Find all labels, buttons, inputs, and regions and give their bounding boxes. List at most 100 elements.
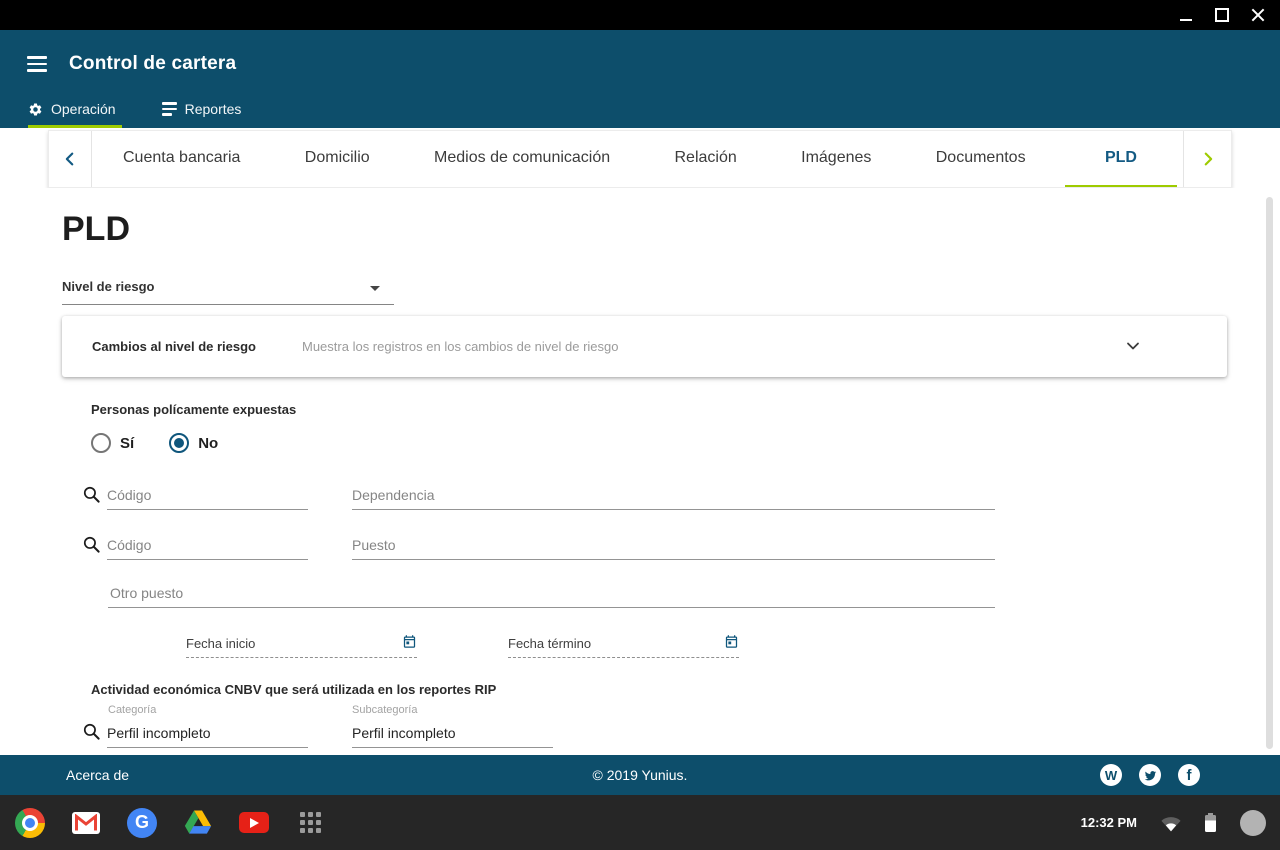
cnbv-section-label: Actividad económica CNBV que será utiliz… [91,682,496,697]
radio-selected-icon [169,433,189,453]
nav-label-operacion: Operación [51,101,116,117]
codigo-puesto-input[interactable]: Código [107,534,308,560]
twitter-icon[interactable] [1139,764,1161,786]
search-icon [82,722,101,741]
nav-label-reportes: Reportes [185,101,242,117]
otro-puesto-placeholder: Otro puesto [108,582,995,601]
social-links: W f [1100,764,1200,786]
drive-icon[interactable] [182,807,214,839]
tab-cuenta-bancaria[interactable]: Cuenta bancaria [98,131,265,187]
categoria-input[interactable]: Perfil incompleto [107,722,308,748]
gear-icon [28,102,43,117]
twitter-bird-glyph [1144,769,1157,782]
radio-no-label: No [198,435,218,452]
otro-puesto-input[interactable]: Otro puesto [108,582,995,608]
gmail-icon[interactable] [70,807,102,839]
taskbar: G 12:32 PM [0,795,1280,850]
hamburger-icon[interactable] [25,54,49,74]
tab-medios-de-comunicacion[interactable]: Medios de comunicación [409,131,635,187]
subcategoria-value: Perfil incompleto [352,722,553,741]
tabs-scroll-left-button[interactable] [49,131,92,187]
panel-description: Muestra los registros en los cambios de … [302,339,618,354]
nav-item-reportes[interactable]: Reportes [162,101,248,128]
puesto-placeholder: Puesto [352,534,995,553]
pep-label: Personas polícamente expuestas [91,402,296,417]
search-icon [82,535,101,554]
chevron-down-icon [1125,338,1141,354]
window-controls [1174,0,1270,30]
subcategoria-input[interactable]: Perfil incompleto [352,722,553,748]
nav-item-operacion[interactable]: Operación [28,101,122,128]
close-button[interactable] [1246,3,1270,27]
minimize-button[interactable] [1174,3,1198,27]
fecha-inicio-field[interactable]: Fecha inicio [186,632,417,658]
tab-documentos[interactable]: Documentos [911,131,1051,187]
codigo-dependencia-input[interactable]: Código [107,484,308,510]
dependencia-input[interactable]: Dependencia [352,484,995,510]
list-icon [162,102,177,116]
calendar-icon [402,634,417,649]
tabs-scroll-right-button[interactable] [1183,131,1231,187]
chevron-left-icon [61,150,79,168]
google-icon[interactable]: G [126,807,158,839]
wordpress-glyph: W [1105,769,1117,782]
tab-imagenes[interactable]: Imágenes [776,131,896,187]
main-content: PLD Nivel de riesgo Cambios al nivel de … [0,188,1280,755]
window-titlebar [0,0,1280,30]
page-title: PLD [62,210,130,249]
vertical-scrollbar-thumb[interactable] [1266,197,1273,749]
fecha-termino-label: Fecha término [508,632,591,657]
categoria-value: Perfil incompleto [107,722,308,741]
tab-relacion[interactable]: Relación [650,131,762,187]
panel-title: Cambios al nivel de riesgo [92,339,302,354]
puesto-input[interactable]: Puesto [352,534,995,560]
status-area[interactable]: 12:32 PM [1081,795,1266,850]
app-title: Control de cartera [69,53,236,75]
subcategoria-label: Subcategoría [352,704,417,716]
app-header: Control de cartera Operación Reportes [0,30,1280,128]
avatar [1240,810,1266,836]
radio-si[interactable]: Sí [91,433,134,453]
screen: Control de cartera Operación Reportes Cu… [0,0,1280,850]
youtube-icon[interactable] [238,807,270,839]
pep-radio-group: Sí No [91,433,218,453]
chrome-glyph [15,808,45,838]
maximize-button[interactable] [1210,3,1234,27]
fecha-termino-field[interactable]: Fecha término [508,632,739,658]
drive-glyph [183,809,213,837]
clock: 12:32 PM [1081,815,1137,830]
radio-unselected-icon [91,433,111,453]
tab-pld[interactable]: PLD [1065,131,1177,187]
radio-si-label: Sí [120,435,134,452]
tabs-list: Cuenta bancaria Domicilio Medios de comu… [92,131,1183,187]
radio-no[interactable]: No [169,433,218,453]
chrome-icon[interactable] [14,807,46,839]
codigo-placeholder: Código [107,534,308,553]
google-glyph: G [127,808,157,838]
codigo-placeholder: Código [107,484,308,503]
wordpress-icon[interactable]: W [1100,764,1122,786]
page-footer: © 2019 Yunius. Acerca de W f [0,755,1280,795]
cambios-nivel-riesgo-panel[interactable]: Cambios al nivel de riesgo Muestra los r… [62,316,1227,377]
dependencia-placeholder: Dependencia [352,484,995,503]
facebook-glyph: f [1187,768,1192,783]
close-icon [1251,8,1265,22]
minimize-icon [1180,19,1192,21]
section-tabbar: Cuenta bancaria Domicilio Medios de comu… [48,130,1232,188]
calendar-icon [724,634,739,649]
taskbar-apps: G [14,807,326,839]
about-link[interactable]: Acerca de [66,767,129,783]
gmail-glyph [72,812,100,834]
maximize-icon [1215,8,1229,22]
caret-down-icon [370,286,380,291]
copyright-text: © 2019 Yunius. [0,767,1280,783]
tab-domicilio[interactable]: Domicilio [280,131,395,187]
app-launcher-icon[interactable] [294,807,326,839]
categoria-label: Categoría [108,704,156,716]
facebook-icon[interactable]: f [1178,764,1200,786]
youtube-glyph [239,812,269,833]
chevron-right-icon [1199,150,1217,168]
search-icon [82,485,101,504]
nivel-de-riesgo-select[interactable]: Nivel de riesgo [62,278,394,305]
nivel-de-riesgo-label: Nivel de riesgo [62,279,154,294]
